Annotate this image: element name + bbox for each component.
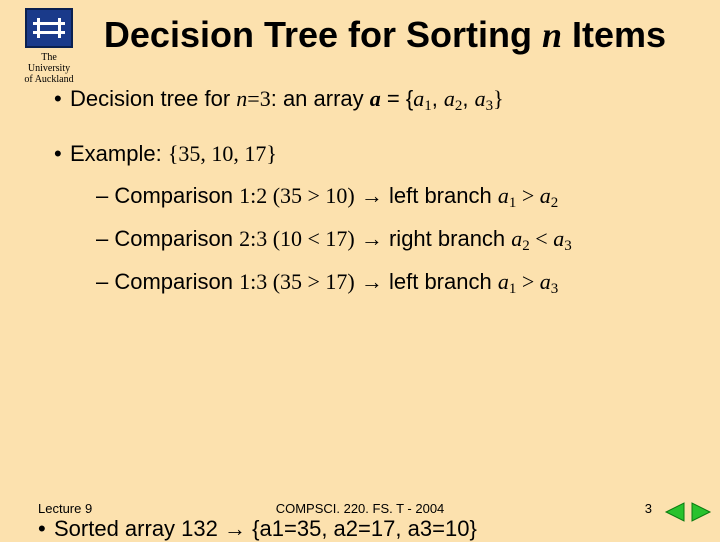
bullet-decision-tree: •Decision tree for n=3: an array a = {a1… xyxy=(38,82,684,123)
slide-title: Decision Tree for Sorting n Items xyxy=(0,0,720,64)
lecture-label: Lecture 9 xyxy=(38,501,92,516)
next-slide-icon[interactable] xyxy=(690,501,714,523)
comparison-2: – Comparison 2:3 (10 < 17) → right branc… xyxy=(96,222,684,263)
university-logo-block: The University of Auckland xyxy=(18,8,80,85)
logo-text: The University of Auckland xyxy=(18,52,80,85)
nav-buttons xyxy=(662,501,714,528)
sorted-array-line: •Sorted array 132 → {a1=35, a2=17, a3=10… xyxy=(38,516,678,542)
comparison-list: – Comparison 1:2 (35 > 10) → left branch… xyxy=(38,179,684,306)
page-number: 3 xyxy=(645,501,652,516)
prev-slide-icon[interactable] xyxy=(662,501,686,523)
course-label: COMPSCI. 220. FS. T - 2004 xyxy=(276,501,445,516)
comparison-3: – Comparison 1:3 (35 > 17) → left branch… xyxy=(96,265,684,306)
bullet-example: •Example: {35, 10, 17} xyxy=(38,137,684,171)
slide-body: •Decision tree for n=3: an array a = {a1… xyxy=(0,64,720,306)
crest-icon xyxy=(25,8,73,48)
comparison-1: – Comparison 1:2 (35 > 10) → left branch… xyxy=(96,179,684,220)
